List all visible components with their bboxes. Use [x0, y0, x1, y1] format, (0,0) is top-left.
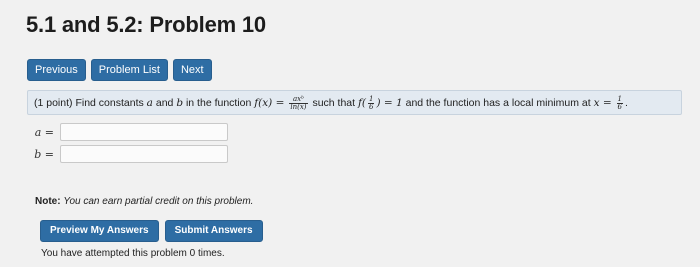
answer-b-input[interactable] [60, 145, 228, 163]
submit-answers-button[interactable]: Submit Answers [164, 220, 263, 242]
min-denominator: 6 [617, 102, 623, 111]
previous-button[interactable]: Previous [27, 59, 86, 81]
answer-row-b: b = [27, 145, 228, 163]
problem-text: Find constants [75, 97, 144, 109]
problem-points: (1 point) [34, 97, 73, 109]
problem-nav: Previous Problem List Next [27, 59, 212, 81]
fraction-denominator: ln(x) [290, 102, 307, 111]
problem-period: . [625, 97, 628, 109]
partial-credit-note: Note: You can earn partial credit on thi… [35, 196, 253, 207]
next-button[interactable]: Next [172, 59, 212, 81]
problem-list-button[interactable]: Problem List [90, 59, 168, 81]
answer-b-label: b = [34, 147, 54, 161]
function-fraction: axᵇ ln(x) [289, 95, 308, 111]
answer-a-input[interactable] [60, 123, 228, 141]
note-label: Note: [35, 196, 61, 207]
min-fraction: 1 6 [616, 95, 624, 111]
condition-fraction: 16 [367, 95, 375, 111]
problem-text: such that [312, 97, 356, 109]
problem-statement: (1 point) Find constants a and b in the … [27, 90, 682, 115]
var-b: b [176, 97, 184, 109]
page-title: 5.1 and 5.2: Problem 10 [26, 12, 266, 37]
answer-row-a: a = [27, 123, 228, 141]
problem-text: and [155, 97, 174, 109]
condition-open: f( [357, 97, 366, 109]
condition-denominator: 6 [368, 102, 374, 111]
var-a: a [146, 97, 153, 109]
answer-a-label: a = [34, 125, 54, 139]
function-lhs: f(x) = [254, 97, 285, 109]
problem-text: in the function [185, 97, 252, 109]
condition-close: ) = 1 [376, 97, 403, 109]
attempts-status: You have attempted this problem 0 times. [41, 248, 225, 259]
problem-text: and the function has a local minimum at [405, 97, 591, 109]
preview-answers-button[interactable]: Preview My Answers [40, 220, 159, 242]
min-lhs: x = [593, 97, 612, 109]
answer-actions: Preview My Answers Submit Answers [40, 220, 263, 242]
note-text: You can earn partial credit on this prob… [63, 196, 254, 207]
